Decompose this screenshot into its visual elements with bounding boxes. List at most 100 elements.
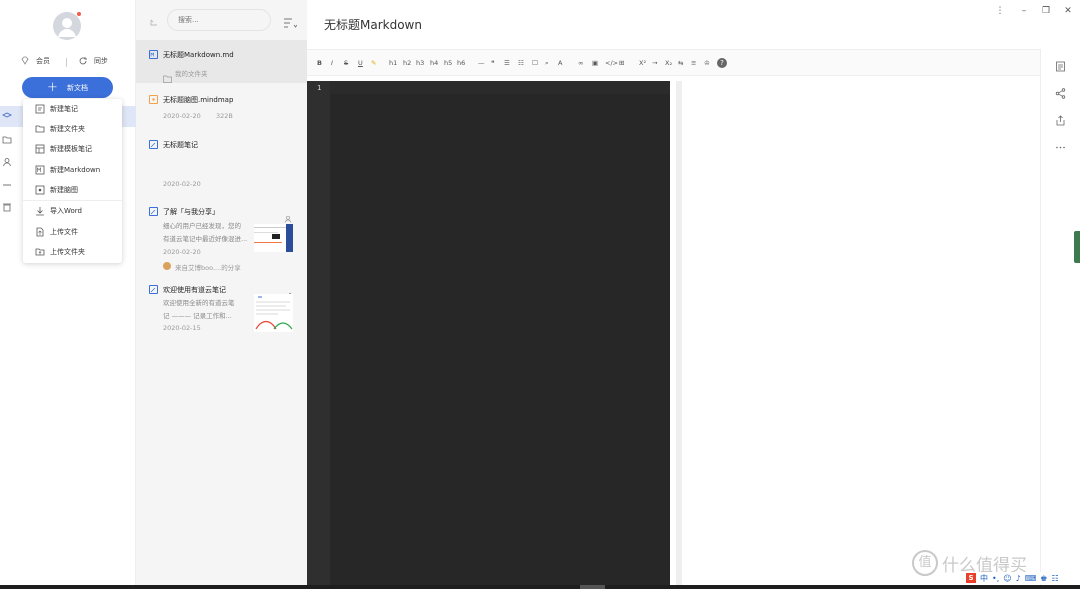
h3-button[interactable]: h3 (416, 58, 424, 68)
note-file-icon (149, 207, 158, 216)
more-vertical-icon[interactable]: ⋮ (995, 6, 1005, 16)
restore-icon[interactable]: ❐ (1041, 6, 1051, 16)
code-icon[interactable]: </> (605, 58, 618, 68)
search-input[interactable] (178, 16, 248, 24)
note-list-toolbar (136, 0, 307, 40)
note-item-markdown[interactable]: 无标题Markdown.md 我的文件夹 (136, 40, 307, 83)
swap-icon[interactable]: ⇆ (678, 58, 683, 68)
help-icon[interactable]: ? (717, 58, 727, 68)
markdown-icon (35, 165, 45, 175)
close-icon[interactable]: ✕ (1063, 6, 1073, 16)
menu-new-template[interactable]: 新建模板笔记 (23, 140, 122, 158)
export-icon[interactable] (1055, 115, 1066, 126)
checkbox-icon[interactable]: ☐ (532, 58, 538, 68)
bullet-list-icon[interactable]: ☰ (504, 58, 510, 68)
trash-icon[interactable] (2, 202, 14, 214)
ime-skin-icon[interactable]: ♚ (1040, 574, 1047, 583)
minimize-icon[interactable]: – (1019, 6, 1029, 16)
superscript-button[interactable]: X² (639, 58, 646, 68)
search-box[interactable] (167, 9, 271, 31)
link-icon[interactable]: ∞ (578, 58, 583, 68)
sharer-avatar (163, 262, 171, 270)
ime-menu-icon[interactable]: ☷ (1051, 574, 1058, 583)
menu-divider (23, 200, 122, 201)
ime-emoji-icon[interactable]: ☺ (1003, 574, 1011, 583)
h6-button[interactable]: h6 (457, 58, 465, 68)
note-item-share[interactable]: 了解「与我分享」 细心的用户已经发现，您的 有道云笔记中最近好像混进... 20… (136, 200, 307, 275)
h5-button[interactable]: h5 (444, 58, 452, 68)
template-icon (35, 144, 45, 154)
markdown-source-pane[interactable]: 1 (307, 81, 670, 585)
horizontal-scrollbar[interactable] (0, 585, 1080, 589)
outline-icon[interactable] (1055, 61, 1066, 72)
horizontal-rule-icon[interactable]: — (478, 58, 485, 68)
tag-icon[interactable] (2, 180, 14, 192)
bold-button[interactable]: B (317, 58, 322, 68)
note-snippet-line1: 细心的用户已经发现，您的 (163, 222, 241, 230)
mindmap-file-icon (149, 95, 158, 104)
menu-new-mindmap[interactable]: 新建脑图 (23, 181, 122, 199)
menu-import-word[interactable]: 导入Word (23, 202, 122, 220)
menu-label: 新建模板笔记 (50, 145, 92, 153)
wrap-icon[interactable]: ≡ (691, 58, 696, 68)
text-size-icon[interactable]: A (558, 58, 562, 68)
vip-button[interactable]: 会员 (20, 56, 50, 66)
note-item-untitled[interactable]: 无标题笔记 2020-02-20 (136, 133, 307, 193)
folder-icon[interactable] (2, 135, 14, 147)
note-item-welcome[interactable]: 欢迎使用有道云笔记 欢迎使用全新的有道云笔 记 ——— 记录工作和... 202… (136, 280, 307, 340)
note-thumbnail (254, 294, 293, 332)
ime-punct-icon[interactable]: •, (992, 574, 999, 583)
h4-button[interactable]: h4 (430, 58, 438, 68)
layers-icon (2, 111, 14, 123)
scrollbar-thumb[interactable] (580, 585, 605, 589)
italic-button[interactable]: I (331, 58, 333, 68)
note-list: 无标题Markdown.md 我的文件夹 无标题脑图.mindmap 2020-… (136, 0, 307, 585)
menu-upload-folder[interactable]: 上传文件夹 (23, 243, 122, 261)
sync-label: 同步 (94, 57, 108, 65)
upload-folder-icon (35, 247, 45, 257)
note-date: 2020-02-15 (163, 324, 201, 332)
new-document-button[interactable]: + 新文档 (22, 77, 113, 98)
subscript-button[interactable]: X₂ (665, 58, 672, 68)
more-icon[interactable] (1055, 142, 1066, 153)
quote-icon[interactable]: ❝ (491, 58, 495, 68)
menu-new-note[interactable]: 新建笔记 (23, 100, 122, 118)
account-row: 会员 同步 (20, 56, 120, 70)
sync-button[interactable]: 同步 (78, 56, 108, 66)
image-icon[interactable]: ▣ (592, 58, 598, 68)
arrow-icon[interactable]: → (652, 58, 657, 68)
note-date: 2020-02-20 (163, 248, 201, 256)
back-icon[interactable] (148, 14, 160, 26)
share-icon[interactable] (1055, 88, 1066, 99)
user-avatar[interactable] (53, 12, 81, 40)
h1-button[interactable]: h1 (389, 58, 397, 68)
underline-button[interactable]: U (358, 58, 363, 68)
table-icon[interactable]: ⊞ (619, 58, 624, 68)
menu-new-markdown[interactable]: 新建Markdown (23, 161, 122, 179)
ordered-list-icon[interactable]: ☷ (518, 58, 524, 68)
active-line (330, 81, 670, 94)
side-drawer-handle[interactable] (1074, 231, 1080, 263)
menu-label: 上传文件夹 (50, 248, 85, 256)
search-icon[interactable]: ⌕ (545, 58, 549, 68)
strikethrough-button[interactable]: S (344, 58, 348, 68)
ime-mic-icon[interactable]: ♪ (1016, 574, 1021, 583)
highlight-icon[interactable]: ✎ (371, 58, 376, 68)
menu-new-folder[interactable]: 新建文件夹 (23, 120, 122, 138)
theme-icon[interactable]: ♔ (704, 58, 710, 68)
menu-upload-file[interactable]: 上传文件 (23, 223, 122, 241)
sort-icon[interactable] (283, 14, 298, 28)
ime-language[interactable]: 中 (980, 573, 988, 584)
note-item-mindmap[interactable]: 无标题脑图.mindmap 2020-02-20 322B (136, 88, 307, 128)
right-rail (1040, 49, 1080, 585)
menu-label: 新建脑图 (50, 186, 78, 194)
note-icon (35, 104, 45, 114)
ime-keyboard-icon[interactable]: ⌨ (1025, 574, 1037, 583)
h2-button[interactable]: h2 (403, 58, 411, 68)
person-icon[interactable] (2, 157, 14, 169)
ime-toolbar[interactable]: S 中 •, ☺ ♪ ⌨ ♚ ☷ (964, 572, 1078, 584)
new-document-menu: 新建笔记 新建文件夹 新建模板笔记 新建Markdown 新建脑图 导入Word… (23, 99, 122, 263)
sync-icon (78, 56, 88, 66)
document-title[interactable]: 无标题Markdown (324, 16, 422, 33)
note-snippet-line2: 有道云笔记中最近好像混进... (163, 235, 248, 243)
